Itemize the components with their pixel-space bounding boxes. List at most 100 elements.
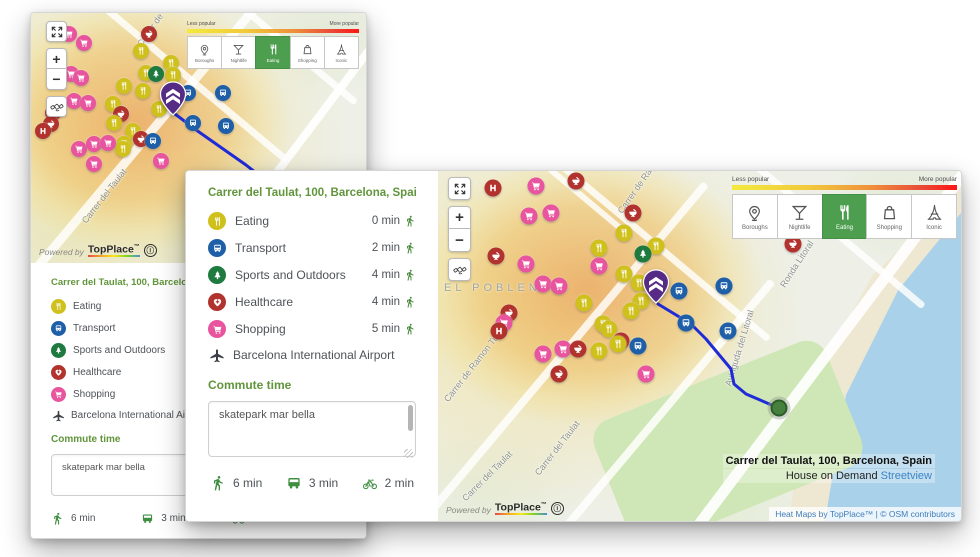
selected-location-pin[interactable]	[160, 81, 187, 116]
marker-eating[interactable]	[115, 141, 131, 157]
marker-transport[interactable]	[185, 115, 201, 131]
map-attribution[interactable]: Heat Maps by TopPlace™ | © OSM contribut…	[769, 507, 961, 521]
category-walk-time: 0 min	[372, 215, 416, 227]
marker-shopping[interactable]	[153, 153, 169, 169]
marker-pharmacy[interactable]	[625, 205, 642, 222]
marker-hospital[interactable]	[35, 123, 51, 139]
marker-shopping[interactable]	[80, 95, 96, 111]
commute-mode-busfront: 3 min	[286, 475, 338, 491]
marker-pharmacy[interactable]	[488, 248, 505, 265]
marker-eating[interactable]	[591, 343, 608, 360]
category-row-shopping[interactable]: Shopping5 min	[208, 320, 416, 338]
destination-marker[interactable]	[771, 400, 788, 417]
popularity-legend: Less popular More popular BoroughsNightl…	[187, 21, 359, 69]
zoom-in-button[interactable]: +	[46, 48, 67, 69]
filter-boroughs[interactable]: Boroughs	[732, 194, 778, 239]
marker-shopping[interactable]	[535, 346, 552, 363]
topplace-brand: TopPlace™	[495, 502, 547, 515]
marker-eating[interactable]	[106, 115, 122, 131]
category-label: Sports and Outdoors	[73, 345, 165, 356]
filter-nightlife[interactable]: Nightlife	[777, 194, 823, 239]
filter-nightlife[interactable]: Nightlife	[221, 36, 256, 69]
marker-shopping[interactable]	[521, 208, 538, 225]
marker-transport[interactable]	[671, 283, 688, 300]
zoom-out-button[interactable]: −	[448, 229, 471, 252]
info-icon[interactable]: ⓘ	[144, 244, 157, 257]
marker-shopping[interactable]	[86, 156, 102, 172]
fullscreen-button[interactable]	[46, 21, 67, 42]
marker-pharmacy[interactable]	[141, 26, 157, 42]
selected-address-overlay: Carrer del Taulat, 100, Barcelona, Spain…	[723, 454, 935, 483]
marker-sports[interactable]	[148, 66, 164, 82]
marker-eating[interactable]	[623, 303, 640, 320]
category-walk-time: 4 min	[372, 296, 416, 308]
marker-shopping[interactable]	[73, 70, 89, 86]
filter-eating[interactable]: Eating	[822, 194, 868, 239]
marker-eating[interactable]	[616, 225, 633, 242]
topplace-widget-large: Carrer del Taulat, 100, Barcelona, Spain…	[185, 170, 962, 522]
marker-pharmacy[interactable]	[568, 173, 585, 190]
marker-eating[interactable]	[135, 83, 151, 99]
airport-row[interactable]: Barcelona International Airport	[208, 347, 416, 363]
marker-eating[interactable]	[591, 240, 608, 257]
map-right[interactable]: EL POBLENOU Carrer de Ramon TurróCarrer …	[438, 171, 961, 521]
filter-eating[interactable]: Eating	[255, 36, 290, 69]
marker-shopping[interactable]	[76, 35, 92, 51]
marker-shopping[interactable]	[100, 135, 116, 151]
filter-iconic[interactable]: Iconic	[911, 194, 957, 239]
marker-transport[interactable]	[145, 133, 161, 149]
plane-icon	[209, 347, 225, 363]
legend-more-label: More popular	[330, 21, 359, 27]
marker-pharmacy[interactable]	[551, 366, 568, 383]
filter-shopping[interactable]: Shopping	[290, 36, 325, 69]
commute-destination-input[interactable]: skatepark mar bella	[208, 401, 416, 457]
marker-shopping[interactable]	[535, 276, 552, 293]
marker-eating[interactable]	[576, 295, 593, 312]
category-row-sports-and-outdoors[interactable]: Sports and Outdoors4 min	[208, 266, 416, 284]
marker-shopping[interactable]	[551, 278, 568, 295]
filter-label: Eating	[267, 58, 280, 63]
marker-shopping[interactable]	[528, 178, 545, 195]
zoom-in-button[interactable]: +	[448, 206, 471, 229]
commute-input-wrap: skatepark mar bella	[208, 401, 416, 462]
marker-shopping[interactable]	[638, 366, 655, 383]
marker-transport[interactable]	[630, 338, 647, 355]
fullscreen-button[interactable]	[448, 177, 471, 200]
powered-by: Powered by TopPlace™ ⓘ	[446, 502, 564, 515]
marker-eating[interactable]	[133, 43, 149, 59]
streetview-link[interactable]: Streetview	[881, 470, 932, 482]
category-walk-time: 4 min	[372, 269, 416, 281]
filter-label: Iconic	[336, 58, 348, 63]
filter-boroughs[interactable]: Boroughs	[187, 36, 222, 69]
info-icon[interactable]: ⓘ	[551, 502, 564, 515]
marker-pharmacy[interactable]	[570, 341, 587, 358]
marker-sports[interactable]	[635, 246, 652, 263]
zoom-out-button[interactable]: −	[46, 69, 67, 90]
marker-hospital[interactable]	[491, 323, 508, 340]
marker-shopping[interactable]	[591, 258, 608, 275]
marker-eating[interactable]	[610, 336, 627, 353]
commute-heading: Commute time	[208, 378, 416, 392]
selected-location-pin[interactable]	[643, 269, 670, 304]
marker-transport[interactable]	[720, 323, 737, 340]
satellite-toggle-button[interactable]	[46, 96, 67, 117]
marker-hospital[interactable]	[485, 180, 502, 197]
filter-shopping[interactable]: Shopping	[866, 194, 912, 239]
textarea-scrollbar[interactable]	[408, 405, 413, 431]
popularity-gradient-bar	[187, 29, 359, 33]
marker-shopping[interactable]	[543, 205, 560, 222]
category-row-healthcare[interactable]: Healthcare4 min	[208, 293, 416, 311]
marker-transport[interactable]	[215, 85, 231, 101]
category-row-transport[interactable]: Transport2 min	[208, 239, 416, 257]
marker-eating[interactable]	[116, 78, 132, 94]
marker-transport[interactable]	[716, 278, 733, 295]
marker-shopping[interactable]	[71, 141, 87, 157]
category-row-eating[interactable]: Eating0 min	[208, 212, 416, 230]
legend-less-label: Less popular	[732, 176, 769, 183]
marker-shopping[interactable]	[518, 256, 535, 273]
filter-iconic[interactable]: Iconic	[324, 36, 359, 69]
satellite-toggle-button[interactable]	[448, 258, 471, 281]
marker-transport[interactable]	[218, 118, 234, 134]
eating-icon	[208, 212, 226, 230]
marker-transport[interactable]	[678, 315, 695, 332]
